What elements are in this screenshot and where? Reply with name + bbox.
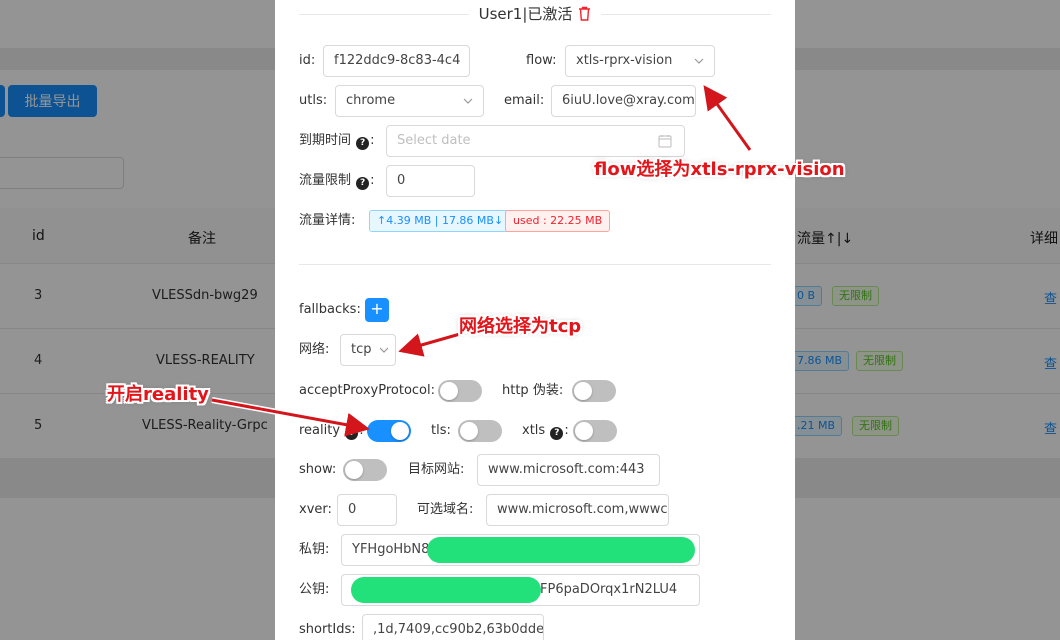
email-input[interactable]: 6iuU.love@xray.com <box>551 85 696 117</box>
short-ids-input[interactable]: ,1d,7409,cc90b2,63b0dde <box>362 614 544 640</box>
help-icon[interactable]: ? <box>550 427 564 440</box>
expiry-label: 到期时间 ?: <box>299 133 375 150</box>
reality-switch[interactable] <box>367 420 411 442</box>
reality-label: reality ?: <box>299 423 364 440</box>
reality-annotation: 开启reality <box>107 384 209 405</box>
flow-select[interactable]: xtls-rprx-vision <box>565 45 715 77</box>
target-site-label: 目标网站: <box>408 462 465 477</box>
user-title: User1|已激活 <box>478 5 573 23</box>
trash-icon[interactable] <box>578 6 591 25</box>
http-camouflage-switch[interactable] <box>572 380 616 402</box>
short-ids-label: shortIds: <box>299 622 356 637</box>
user-section-title: User1|已激活 <box>299 0 771 28</box>
redaction-mark <box>351 577 541 603</box>
http-camouflage-label: http 伪装: <box>502 383 564 398</box>
section-divider <box>299 264 771 265</box>
utls-select[interactable]: chrome <box>335 85 484 117</box>
help-icon[interactable]: ? <box>356 137 370 150</box>
expiry-date-picker[interactable]: Select date <box>386 125 685 157</box>
chevron-down-icon <box>379 347 389 353</box>
expiry-placeholder: Select date <box>397 133 471 148</box>
public-key-label: 公钥: <box>299 582 330 597</box>
email-label: email: <box>504 93 545 108</box>
traffic-limit-input[interactable]: 0 <box>386 165 475 197</box>
xver-label: xver: <box>299 502 332 517</box>
id-label: id: <box>299 53 316 68</box>
show-switch[interactable] <box>343 459 387 481</box>
help-icon[interactable]: ? <box>356 177 370 190</box>
tls-switch[interactable] <box>458 420 502 442</box>
fallbacks-label: fallbacks: <box>299 302 361 317</box>
chevron-down-icon <box>694 58 704 64</box>
server-names-label: 可选域名: <box>417 502 474 517</box>
network-label: 网络: <box>299 342 330 357</box>
traffic-detail-label: 流量详情: <box>299 213 356 228</box>
flow-select-value: xtls-rprx-vision <box>576 53 673 68</box>
accept-proxy-switch[interactable] <box>438 380 482 402</box>
utls-label: utls: <box>299 93 328 108</box>
redaction-mark <box>427 537 695 563</box>
flow-annotation: flow选择为xtls-rprx-vision <box>594 159 845 180</box>
xtls-switch[interactable] <box>573 420 617 442</box>
private-key-label: 私钥: <box>299 542 330 557</box>
network-select[interactable]: tcp <box>340 334 396 366</box>
add-fallback-button[interactable]: + <box>365 298 389 322</box>
flow-label: flow: <box>526 53 557 68</box>
utls-select-value: chrome <box>346 93 396 108</box>
calendar-icon <box>658 135 672 148</box>
traffic-limit-label: 流量限制 ?: <box>299 173 375 190</box>
help-icon[interactable]: ? <box>345 427 359 440</box>
tls-label: tls: <box>431 423 451 438</box>
accept-proxy-label: acceptProxyProtocol: <box>299 383 435 398</box>
show-label: show: <box>299 462 337 477</box>
xtls-label: xtls ?: <box>522 423 569 440</box>
xver-input[interactable]: 0 <box>337 494 397 526</box>
chevron-down-icon <box>463 98 473 104</box>
server-names-input[interactable]: www.microsoft.com,wwwc <box>486 494 669 526</box>
id-input[interactable]: f122ddc9-8c83-4c4 <box>323 45 470 77</box>
target-site-input[interactable]: www.microsoft.com:443 <box>477 454 660 486</box>
traffic-used-tag: used : 22.25 MB <box>505 210 611 232</box>
network-select-value: tcp <box>351 342 372 357</box>
network-annotation: 网络选择为tcp <box>459 316 582 337</box>
traffic-up-down-tag: ↑4.39 MB | 17.86 MB↓ <box>369 210 512 232</box>
